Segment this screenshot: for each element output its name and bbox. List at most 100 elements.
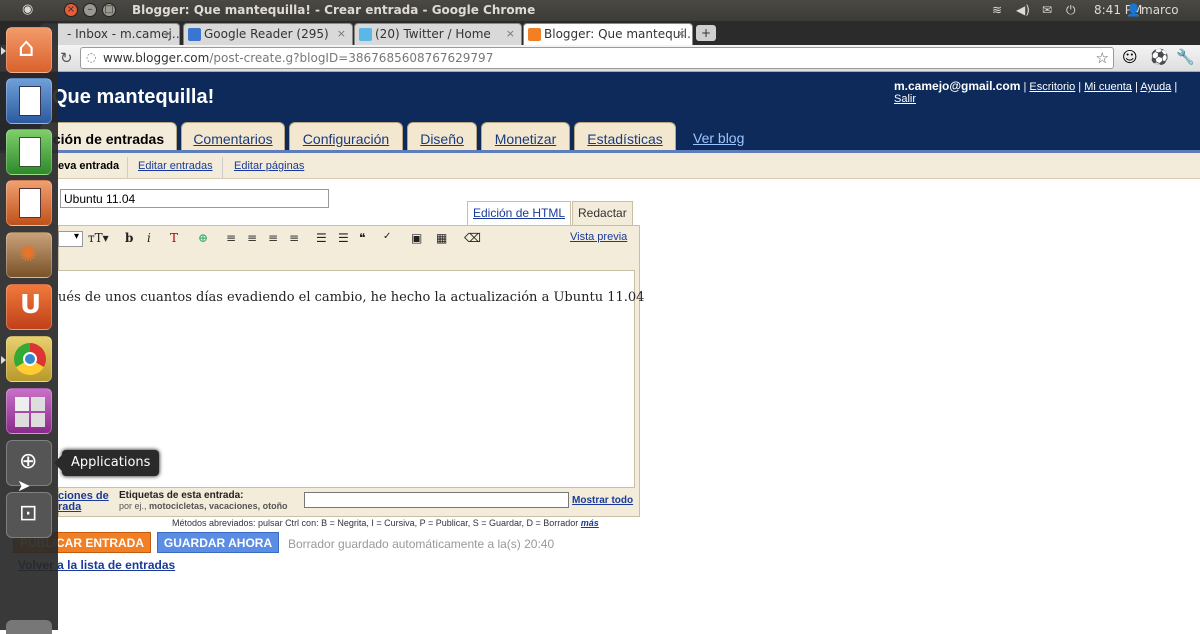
tab-settings[interactable]: Configuración (289, 122, 403, 153)
link-help[interactable]: Ayuda (1140, 81, 1171, 93)
ubuntu-logo-icon[interactable]: ◉ (22, 2, 33, 17)
autosave-status: Borrador guardado automáticamente a la(s… (288, 537, 555, 551)
labels-hint-prefix: por ej., (119, 501, 150, 511)
subtab-edit-pages[interactable]: Editar páginas (234, 160, 304, 172)
files-lens-icon[interactable]: ⊡ (6, 492, 52, 538)
shortcuts-text: Métodos abreviados: pulsar Ctrl con: B =… (172, 518, 579, 528)
subtab-edit-posts[interactable]: Editar entradas (138, 160, 213, 172)
close-tab-icon[interactable]: × (506, 27, 515, 40)
eraser-icon[interactable]: ⌫ (464, 231, 481, 245)
tab-comments[interactable]: Comentarios (181, 122, 285, 153)
align-center-icon[interactable]: ≡ (247, 231, 257, 245)
post-title-input[interactable]: Ubuntu 11.04 (60, 189, 329, 208)
chrome-icon[interactable] (1, 336, 52, 382)
volume-icon[interactable]: ◀) (1016, 3, 1030, 17)
font-size-icon[interactable]: тT▾ (88, 231, 109, 245)
close-tab-icon[interactable]: × (677, 27, 686, 40)
tab-compose[interactable]: Redactar (572, 201, 633, 225)
labels-title: Etiquetas de esta entrada: (119, 490, 244, 501)
wrench-icon[interactable]: 🔧 (1176, 48, 1195, 66)
video-icon[interactable]: ▦ (436, 231, 447, 245)
impress-icon[interactable] (6, 180, 52, 226)
bullet-list-icon[interactable]: ☰ (338, 231, 349, 245)
home-folder-icon[interactable]: ⌂ (1, 27, 52, 73)
tab-monetize[interactable]: Monetizar (481, 122, 570, 153)
extension-ball-icon[interactable]: ⚽ (1150, 48, 1169, 66)
google-reader-icon (188, 28, 201, 41)
labels-input[interactable] (304, 492, 569, 508)
workspaces-icon[interactable] (6, 388, 52, 434)
preview-link[interactable]: Vista previa (570, 231, 627, 243)
spellcheck-icon[interactable]: ✓ (383, 231, 391, 242)
align-left-icon[interactable]: ≡ (226, 231, 236, 245)
numbered-list-icon[interactable]: ☰ (316, 231, 327, 245)
text-color-icon[interactable]: T (170, 231, 178, 245)
link-dashboard[interactable]: Escritorio (1029, 81, 1075, 93)
post-body-text: ués de unos cuantos días evadiendo el ca… (58, 290, 645, 305)
ubuntu-one-icon[interactable]: U (6, 284, 52, 330)
close-window-button[interactable]: × (64, 3, 78, 17)
link-icon[interactable]: ⊕ (198, 231, 208, 245)
tab-inbox[interactable]: - Inbox - m.camej… × (40, 23, 180, 45)
user-name[interactable]: marco (1141, 3, 1179, 17)
bold-button[interactable]: b (125, 231, 133, 245)
user-email: m.camejo@gmail.com (894, 79, 1021, 93)
twitter-icon (359, 28, 372, 41)
align-right-icon[interactable]: ≡ (268, 231, 278, 245)
url-path: /post-create.g?blogID=386768560876762979… (209, 51, 494, 65)
software-center-icon[interactable]: ✺ (6, 232, 52, 278)
save-now-button[interactable]: GUARDAR AHORA (157, 532, 279, 553)
link-my-account[interactable]: Mi cuenta (1084, 81, 1132, 93)
minimize-window-button[interactable]: – (83, 3, 97, 17)
mouse-cursor-icon: ➤ (17, 476, 31, 495)
close-tab-icon[interactable]: × (337, 27, 346, 40)
view-blog-link[interactable]: Ver blog (693, 130, 744, 146)
writer-icon[interactable] (6, 78, 52, 124)
calc-icon[interactable] (6, 129, 52, 175)
url-host: www.blogger.com (103, 51, 210, 65)
new-tab-button[interactable]: + (696, 25, 716, 41)
tab-label: Blogger: Que mantequil… (544, 27, 693, 41)
trash-icon[interactable] (6, 620, 52, 634)
labels-hint: por ej., motocicletas, vacaciones, otoño (119, 501, 288, 511)
window-title: Blogger: Que mantequilla! - Crear entrad… (132, 3, 536, 17)
labels-hint-examples: motocicletas, vacaciones, otoño (149, 501, 288, 511)
wifi-icon[interactable]: ≋ (992, 3, 1002, 17)
reload-icon[interactable]: ↻ (60, 49, 73, 67)
maximize-window-button[interactable]: □ (102, 3, 116, 17)
top-panel: ◉ × – □ Blogger: Que mantequilla! - Crea… (0, 0, 1200, 21)
blog-title: Que mantequilla! (52, 86, 215, 108)
extension-icon[interactable]: ☺ (1122, 48, 1138, 66)
show-all-labels-link[interactable]: Mostrar todo (572, 495, 633, 506)
shortcuts-hint: Métodos abreviados: pulsar Ctrl con: B =… (172, 518, 599, 528)
mail-icon[interactable]: ✉ (1042, 3, 1052, 17)
blogger-icon (528, 28, 541, 41)
divider (222, 157, 223, 179)
bookmark-star-icon[interactable]: ☆ (1096, 49, 1109, 67)
tab-google-reader[interactable]: Google Reader (295) × (183, 23, 353, 45)
tab-twitter[interactable]: (20) Twitter / Home × (354, 23, 522, 45)
user-icon[interactable]: 👤 (1126, 3, 1141, 17)
image-icon[interactable]: ▣ (411, 231, 422, 245)
post-options-link[interactable]: ciones de rada (58, 491, 109, 513)
user-bar: m.camejo@gmail.com | Escritorio | Mi cue… (894, 79, 1178, 105)
quote-icon[interactable]: ❝ (359, 231, 365, 245)
tab-edit-html[interactable]: Edición de HTML (467, 201, 572, 225)
power-icon[interactable]: ⏻ (1066, 3, 1076, 18)
address-bar[interactable]: ◌ www.blogger.com/post-create.g?blogID=3… (80, 47, 1114, 69)
tab-design[interactable]: Diseño (407, 122, 477, 153)
post-options-link-line-2: rada (58, 501, 82, 513)
justify-icon[interactable]: ≡ (289, 231, 299, 245)
divider (127, 157, 128, 179)
shortcuts-more-link[interactable]: más (581, 518, 599, 528)
close-tab-icon[interactable]: × (164, 27, 173, 40)
link-sign-out[interactable]: Salir (894, 93, 916, 105)
italic-button[interactable]: i (147, 231, 151, 245)
tab-label: Google Reader (295) (204, 27, 329, 41)
tab-stats[interactable]: Estadísticas (574, 122, 676, 153)
page-icon: ◌ (86, 50, 97, 64)
tab-blogger[interactable]: Blogger: Que mantequil… × (523, 23, 693, 45)
tab-label: (20) Twitter / Home (375, 27, 491, 41)
subtab-new-post[interactable]: eva entrada (58, 160, 119, 172)
font-select[interactable]: ▾ (58, 231, 83, 247)
